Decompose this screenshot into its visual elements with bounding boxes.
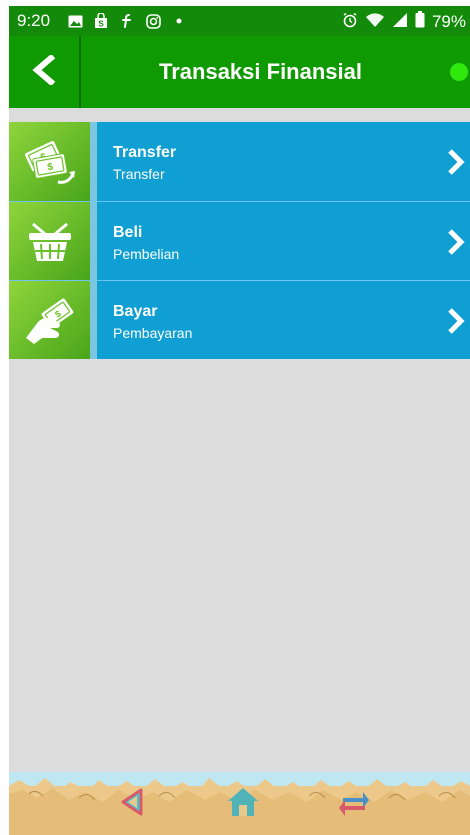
image-icon: [67, 13, 83, 29]
home-icon: [226, 786, 260, 823]
menu-item-bayar[interactable]: $ Bayar Pembayaran: [9, 280, 470, 359]
menu-item-title: Beli: [113, 224, 143, 241]
menu-item-body: Bayar Pembayaran: [97, 281, 470, 359]
money-transfer-icon: $ $: [9, 122, 90, 201]
battery-percent: 79%: [431, 12, 466, 31]
back-arrow-icon: [29, 53, 59, 90]
item-accent-strip: [90, 202, 97, 280]
hand-money-icon: $: [9, 281, 90, 359]
shopping-basket-icon: [9, 202, 90, 280]
menu-item-title: Transfer: [113, 144, 177, 161]
svg-text:S: S: [98, 20, 104, 29]
f-icon: [119, 13, 135, 29]
wifi-icon: [365, 12, 385, 33]
item-accent-strip: [90, 281, 97, 359]
nav-back-button[interactable]: [112, 786, 152, 822]
menu-item-transfer[interactable]: $ $ Transfer Transfer: [9, 122, 470, 201]
shop-bag-icon: S: [93, 13, 109, 29]
back-button[interactable]: [9, 36, 79, 108]
back-triangle-icon: [117, 787, 147, 822]
chevron-right-icon: [446, 228, 466, 256]
footer-nav: [9, 772, 470, 835]
connection-status-dot: [450, 63, 468, 81]
menu-item-body: Transfer Transfer: [97, 122, 470, 201]
menu-item-title: Bayar: [113, 303, 158, 320]
nav-exchange-button[interactable]: [334, 786, 374, 822]
status-time: 9:20: [17, 11, 51, 30]
app-bar: Transaksi Finansial: [9, 36, 470, 108]
menu-item-subtitle: Pembayaran: [113, 325, 193, 341]
menu-item-subtitle: Pembelian: [113, 246, 180, 262]
app-frame: 9:20 S 79% Transaksi Finansial $ Transfe…: [9, 6, 470, 835]
notification-icons: S: [67, 13, 187, 29]
signal-icon: [392, 12, 408, 33]
menu-item-subtitle: Transfer: [113, 166, 165, 182]
chevron-right-icon: [446, 307, 466, 335]
nav-home-button[interactable]: [223, 786, 263, 822]
battery-icon: [415, 11, 425, 33]
system-icons: 79%: [342, 11, 466, 33]
alarm-icon: [342, 12, 358, 33]
transaction-menu: $ $ Transfer Transfer: [9, 122, 470, 359]
menu-item-body: Beli Pembelian: [97, 202, 470, 280]
page-title: Transaksi Finansial: [159, 59, 362, 84]
item-accent-strip: [90, 122, 97, 201]
instagram-icon: [145, 13, 161, 29]
menu-item-beli[interactable]: Beli Pembelian: [9, 201, 470, 280]
status-bar: 9:20 S 79%: [9, 6, 470, 36]
exchange-arrows-icon: [337, 786, 371, 823]
chevron-right-icon: [446, 148, 466, 176]
dot-icon: [171, 13, 187, 29]
